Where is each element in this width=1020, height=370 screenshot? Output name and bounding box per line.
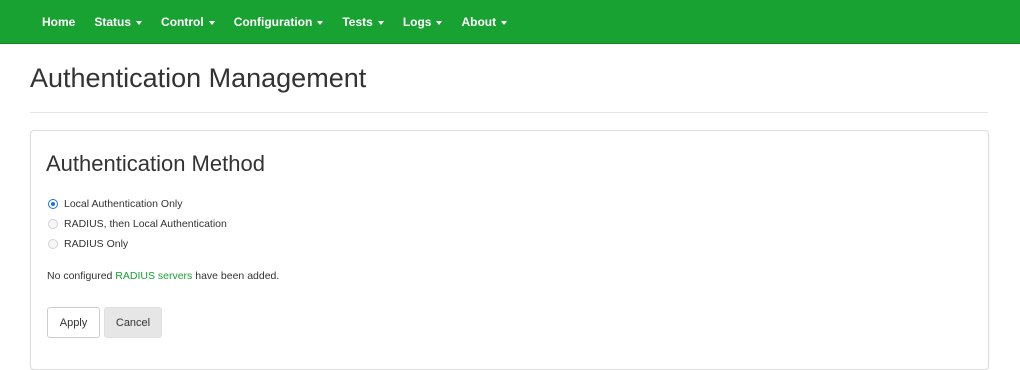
radio-option-label: Local Authentication Only (64, 198, 183, 210)
nav-item-control[interactable]: Control (161, 15, 215, 29)
radio-button[interactable] (48, 219, 58, 229)
authentication-method-panel: Authentication Method Local Authenticati… (30, 130, 989, 370)
notice-prefix: No configured (47, 270, 116, 282)
notice-suffix: have been added. (192, 270, 280, 282)
radio-option-local-only[interactable]: Local Authentication Only (48, 198, 183, 210)
radio-option-radius-then-local[interactable]: RADIUS, then Local Authentication (48, 218, 227, 230)
nav-item-label: About (461, 15, 497, 29)
title-divider (30, 112, 988, 113)
nav-item-label: Tests (342, 15, 373, 29)
radius-servers-link[interactable]: RADIUS servers (115, 270, 192, 282)
nav-menu: Home Status Control Configuration Tests … (35, 0, 526, 44)
nav-item-tests[interactable]: Tests (342, 15, 384, 29)
nav-item-about[interactable]: About (461, 15, 508, 29)
nav-item-label: Home (42, 15, 76, 29)
radius-notice: No configured RADIUS servers have been a… (47, 270, 279, 282)
nav-item-home[interactable]: Home (42, 15, 75, 29)
nav-item-label: Logs (402, 15, 432, 29)
panel-heading: Authentication Method (46, 151, 265, 176)
apply-button[interactable]: Apply (47, 307, 100, 338)
radio-button-checked[interactable] (48, 199, 58, 209)
nav-item-label: Status (94, 15, 132, 29)
radio-option-radius-only[interactable]: RADIUS Only (48, 238, 128, 250)
caret-down-icon (208, 21, 215, 25)
radio-option-label: RADIUS, then Local Authentication (64, 218, 227, 230)
radio-option-label: RADIUS Only (64, 238, 129, 250)
nav-item-label: Control (161, 15, 204, 29)
nav-item-logs[interactable]: Logs (403, 15, 443, 29)
caret-down-icon (317, 21, 324, 25)
nav-item-label: Configuration (233, 15, 313, 29)
page-title: Authentication Management (30, 63, 367, 93)
caret-down-icon (377, 21, 384, 25)
cancel-button[interactable]: Cancel (104, 307, 162, 338)
caret-down-icon (436, 21, 443, 25)
caret-down-icon (501, 21, 508, 25)
nav-item-status[interactable]: Status (94, 15, 143, 29)
nav-item-configuration[interactable]: Configuration (234, 15, 324, 29)
caret-down-icon (136, 21, 143, 25)
top-navbar: Home Status Control Configuration Tests … (0, 0, 1020, 44)
radio-button[interactable] (48, 239, 58, 249)
